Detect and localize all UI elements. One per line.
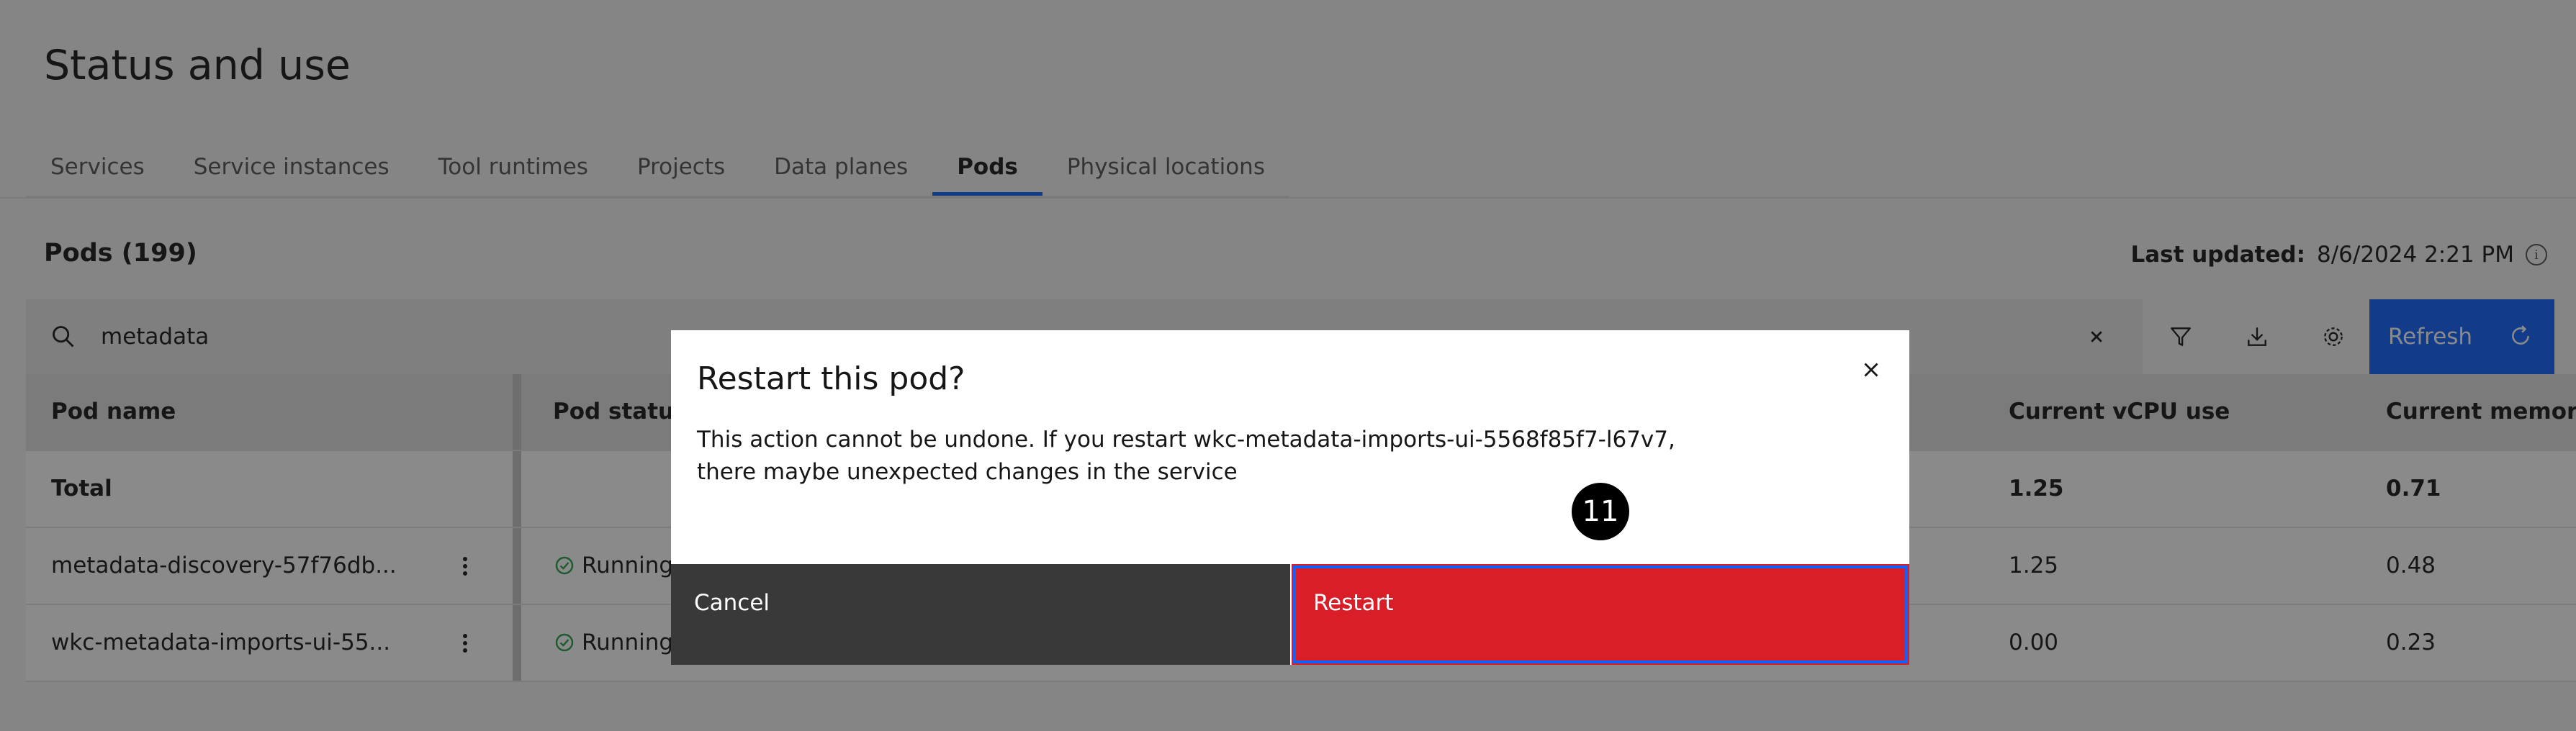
- modal-title: Restart this pod?: [697, 360, 965, 397]
- modal-body-line-1: This action cannot be undone. If you res…: [697, 427, 1675, 453]
- modal-body-line-2: there maybe unexpected changes in the se…: [697, 459, 1238, 485]
- modal-body: This action cannot be undone. If you res…: [697, 424, 1741, 489]
- cancel-button[interactable]: Cancel: [671, 564, 1290, 665]
- step-marker: 11: [1572, 483, 1629, 540]
- restart-pod-modal: Restart this pod? This action cannot be …: [671, 330, 1909, 665]
- restart-button[interactable]: Restart: [1292, 564, 1909, 665]
- close-icon[interactable]: [1859, 358, 1883, 382]
